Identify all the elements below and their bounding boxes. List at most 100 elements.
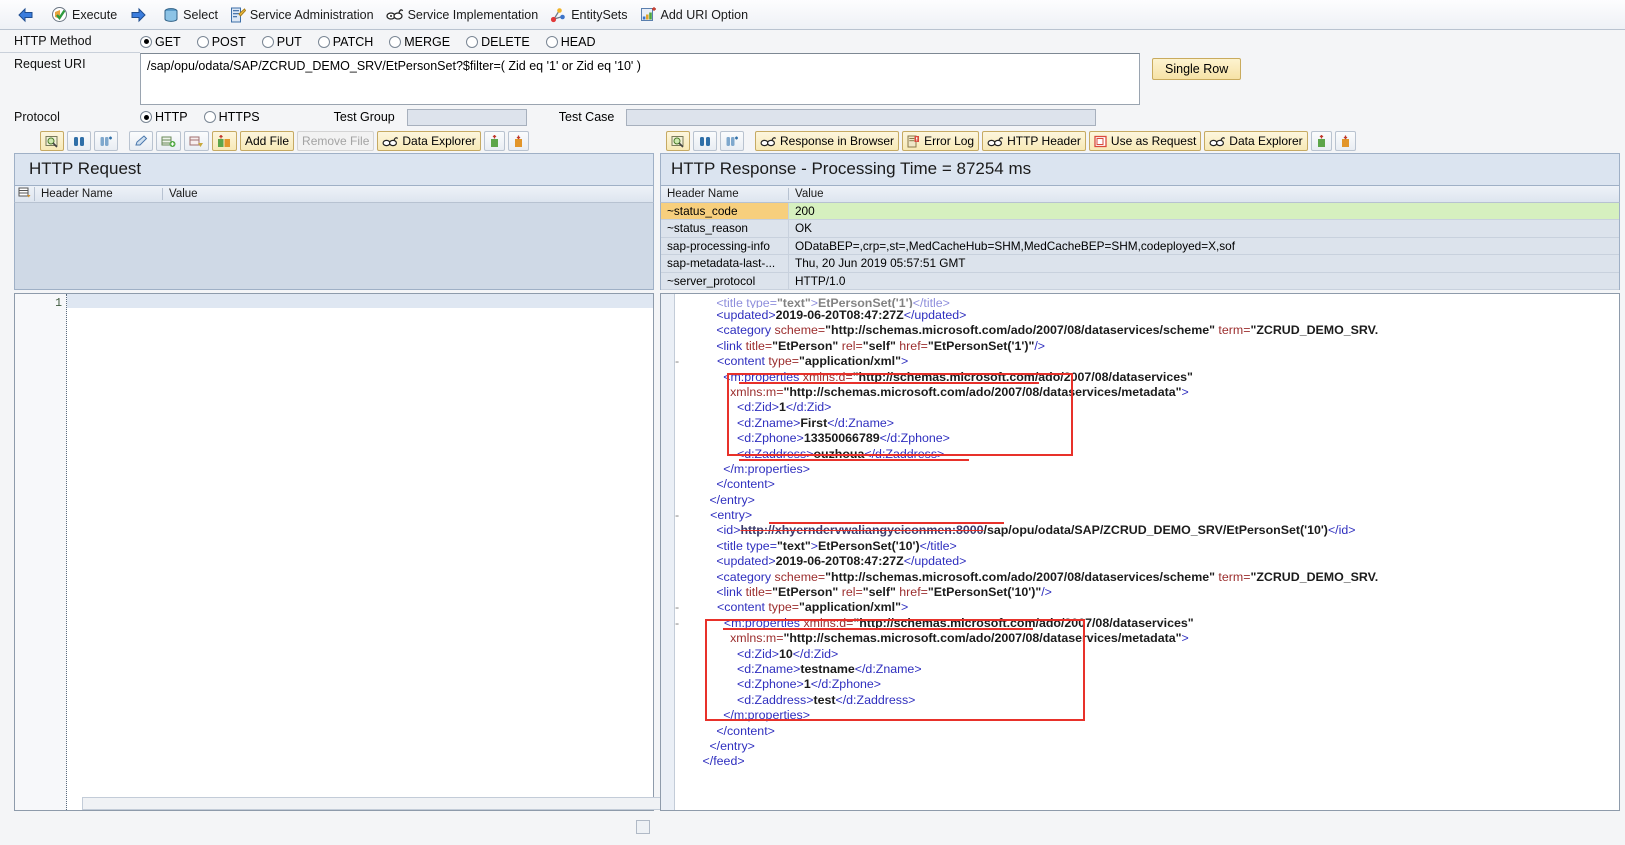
- protocol-radio-http[interactable]: HTTP: [140, 110, 188, 124]
- xml-token: >: [900, 600, 909, 615]
- response-column-header-value[interactable]: Value: [789, 188, 1619, 200]
- select-button[interactable]: Select: [160, 5, 227, 25]
- protocol-radio-group[interactable]: HTTP HTTPS: [140, 110, 276, 124]
- service-implementation-button[interactable]: Service Implementation: [383, 5, 548, 25]
- xml-indent: [675, 462, 723, 476]
- xml-token: 1: [779, 400, 786, 415]
- error-log-label: Error Log: [924, 134, 975, 148]
- request-data-explorer-button[interactable]: Data Explorer: [377, 131, 481, 151]
- request-find-next-button[interactable]: [94, 131, 118, 151]
- response-find-button[interactable]: [693, 131, 717, 151]
- request-editor-hscrollbar[interactable]: [82, 797, 706, 810]
- table-row[interactable]: ~status_reason OK: [661, 220, 1619, 238]
- single-row-button[interactable]: Single Row: [1152, 58, 1242, 80]
- xml-collapse-toggle-icon[interactable]: -: [675, 616, 683, 630]
- resize-grip[interactable]: [636, 820, 650, 834]
- export-icon: [513, 135, 524, 148]
- method-radio-merge[interactable]: MERGE: [389, 35, 450, 49]
- xml-indent: [675, 739, 709, 753]
- service-administration-label: Service Administration: [249, 7, 374, 22]
- response-xml-content[interactable]: <title type="text">EtPersonSet('1')</tit…: [675, 294, 1619, 810]
- xml-token: title=: [745, 338, 773, 353]
- xml-indent: [675, 385, 730, 399]
- xml-token: <entry>: [710, 508, 753, 523]
- xml-token: ouzhoua: [813, 446, 865, 461]
- request-delete-row-button[interactable]: [184, 131, 209, 151]
- service-administration-button[interactable]: Service Administration: [227, 5, 383, 25]
- request-uri-input[interactable]: /sap/opu/odata/SAP/ZCRUD_DEMO_SRV/EtPers…: [140, 53, 1140, 105]
- request-headers-body[interactable]: [14, 203, 654, 290]
- xml-token: <d:Zphone>: [736, 677, 804, 692]
- response-in-browser-label: Response in Browser: [780, 134, 895, 148]
- xml-token: >: [810, 538, 818, 553]
- xml-line: <d:Zaddress>ouzhoua</d:Zaddress>: [675, 447, 1619, 462]
- xml-token: EtPersonSet('1'): [817, 296, 913, 308]
- xml-token: />: [1034, 338, 1046, 353]
- entitysets-button[interactable]: EntitySets: [547, 5, 636, 25]
- http-header-button[interactable]: HTTP Header: [982, 131, 1086, 151]
- response-import-button[interactable]: [1310, 131, 1332, 151]
- use-as-request-button[interactable]: Use as Request: [1088, 131, 1202, 151]
- upload-icon: [217, 134, 232, 148]
- data-explorer-icon: [1209, 135, 1226, 148]
- request-upload-button[interactable]: [212, 131, 237, 151]
- xml-collapse-toggle-icon[interactable]: -: [675, 508, 683, 522]
- back-arrow-icon: [17, 7, 35, 23]
- protocol-radio-https[interactable]: HTTPS: [203, 110, 260, 124]
- request-edit-button[interactable]: [129, 131, 153, 151]
- request-export-button[interactable]: [507, 131, 529, 151]
- method-radio-head[interactable]: HEAD: [545, 35, 595, 49]
- request-column-header-value[interactable]: Value: [163, 188, 653, 200]
- xml-collapse-toggle-icon[interactable]: -: [675, 600, 683, 614]
- forward-button[interactable]: [126, 5, 160, 25]
- request-find-button[interactable]: [67, 131, 91, 151]
- header-value-cell: 200: [789, 203, 1619, 220]
- table-row[interactable]: sap-metadata-last-... Thu, 20 Jun 2019 0…: [661, 255, 1619, 273]
- method-radio-put[interactable]: PUT: [261, 35, 302, 49]
- add-uri-option-button[interactable]: Add URI Option: [637, 5, 758, 25]
- response-in-browser-button[interactable]: Response in Browser: [755, 131, 900, 151]
- test-case-input[interactable]: [626, 108, 1097, 126]
- http-method-radio-group[interactable]: GET POST PUT PATCH MERGE DELETE HEAD: [140, 35, 611, 49]
- xml-token: rel=: [838, 338, 863, 353]
- method-radio-delete[interactable]: DELETE: [466, 35, 530, 49]
- request-toolbar: Add File Remove File Data Explorer: [14, 129, 654, 153]
- response-headers-grid[interactable]: ~status_code 200 ~status_reason OK sap-p…: [660, 203, 1620, 290]
- xml-indent: [675, 631, 730, 645]
- xml-token: "http://schemas.microsoft.com/ado/2007/0…: [825, 569, 1215, 584]
- xml-token: 2019-06-20T08:47:27Z: [775, 308, 904, 322]
- response-export-button[interactable]: [1334, 131, 1356, 151]
- table-row[interactable]: ~status_code 200: [661, 203, 1619, 221]
- back-button[interactable]: [14, 5, 48, 25]
- request-body-editor[interactable]: 1: [14, 293, 706, 811]
- xml-collapse-toggle-icon[interactable]: -: [675, 354, 683, 368]
- test-group-input[interactable]: [406, 108, 527, 126]
- request-column-header-name[interactable]: Header Name: [35, 188, 163, 200]
- request-display-button[interactable]: [40, 131, 64, 151]
- table-row[interactable]: sap-processing-info ODataBEP=,crp=,st=,M…: [661, 237, 1619, 256]
- xml-line: <d:Zphone>13350066789</d:Zphone>: [675, 431, 1619, 446]
- radio-dot-head: [545, 35, 558, 48]
- method-radio-post[interactable]: POST: [196, 35, 246, 49]
- method-label-merge: MERGE: [404, 34, 451, 49]
- request-import-button[interactable]: [483, 131, 505, 151]
- xml-token: term=: [1214, 323, 1251, 338]
- xml-line: <d:Zphone>1</d:Zphone>: [675, 677, 1619, 692]
- xml-indent: [675, 585, 716, 599]
- xml-token: <content: [717, 600, 769, 615]
- method-radio-patch[interactable]: PATCH: [317, 35, 373, 49]
- request-insert-row-button[interactable]: [156, 131, 181, 151]
- method-radio-get[interactable]: GET: [140, 35, 181, 49]
- grid-settings-icon[interactable]: [15, 187, 35, 201]
- response-find-next-button[interactable]: [720, 131, 744, 151]
- table-row[interactable]: ~server_protocol HTTP/1.0: [661, 272, 1619, 290]
- request-editor-text-area[interactable]: [67, 294, 706, 810]
- response-display-button[interactable]: [666, 131, 690, 151]
- response-xml-viewer[interactable]: <title type="text">EtPersonSet('1')</tit…: [660, 293, 1620, 811]
- response-data-explorer-button[interactable]: Data Explorer: [1204, 131, 1308, 151]
- service-implementation-icon: [385, 7, 404, 23]
- response-column-header-name[interactable]: Header Name: [661, 188, 789, 200]
- error-log-button[interactable]: Error Log: [902, 131, 980, 151]
- execute-button[interactable]: Execute: [48, 4, 126, 25]
- add-file-button[interactable]: Add File: [240, 131, 295, 151]
